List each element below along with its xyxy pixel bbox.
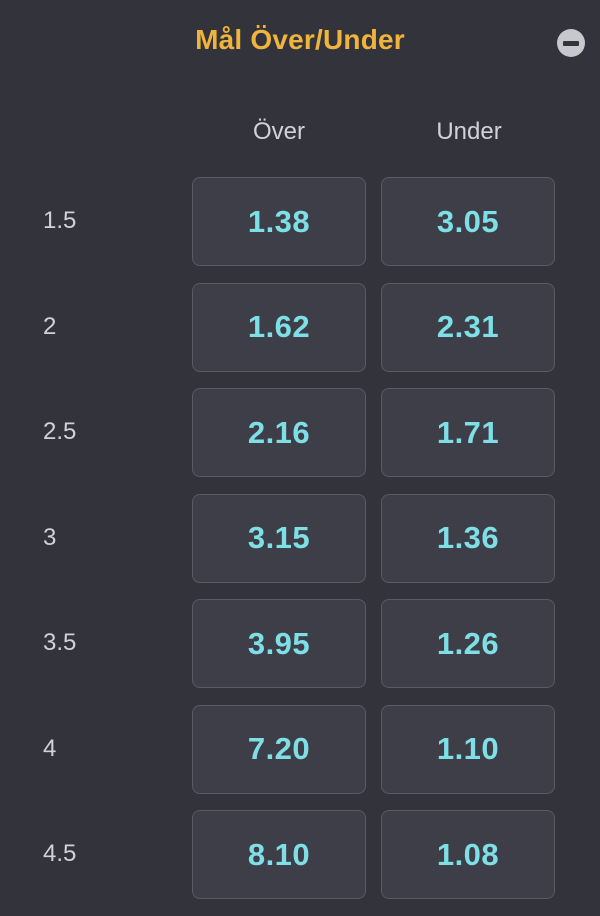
- column-header-under: Under: [436, 118, 502, 145]
- minus-bar: [563, 40, 579, 46]
- odds-value: 1.38: [247, 203, 311, 239]
- goal-line-label: 2.5: [43, 418, 77, 445]
- over-odds-button[interactable]: 3.15: [192, 493, 366, 583]
- goal-line-label: 4: [43, 734, 57, 762]
- odds-row: 1.5 1.38 3.05: [0, 177, 600, 283]
- over-odds-button[interactable]: 3.95: [192, 599, 366, 688]
- minus-circle-icon[interactable]: [557, 29, 585, 57]
- odds-value: 3.05: [436, 203, 500, 239]
- over-odds-button[interactable]: 8.10: [192, 810, 366, 899]
- odds-row: 2.5 2.16 1.71: [0, 388, 600, 494]
- market-title: Mål Över/Under: [195, 24, 405, 55]
- odds-table: 1.5 1.38 3.05 2 1.62 2.31 2.5 2.16 1.71: [0, 177, 600, 916]
- odds-value: 1.36: [436, 520, 500, 555]
- under-odds-button[interactable]: 1.36: [381, 493, 555, 583]
- over-under-market-panel: Mål Över/Under Över Under 1.5 1.38 3.05 …: [0, 0, 600, 911]
- over-odds-button[interactable]: 1.62: [192, 282, 366, 372]
- odds-value: 3.15: [247, 520, 311, 555]
- column-header-over: Över: [252, 118, 305, 145]
- market-header: Mål Över/Under: [0, 0, 600, 88]
- over-odds-button[interactable]: 7.20: [192, 704, 366, 794]
- odds-row: 2 1.62 2.31: [0, 282, 600, 389]
- odds-value: 2.16: [247, 414, 311, 450]
- under-odds-button[interactable]: 3.05: [381, 177, 555, 266]
- under-odds-button[interactable]: 1.26: [381, 599, 555, 688]
- odds-value: 1.71: [436, 414, 500, 450]
- odds-value: 7.20: [247, 731, 311, 766]
- odds-row: 3 3.15 1.36: [0, 493, 600, 600]
- goal-line-label: 4.5: [43, 840, 77, 867]
- over-odds-button[interactable]: 1.38: [192, 177, 366, 266]
- odds-value: 8.10: [247, 836, 311, 872]
- under-odds-button[interactable]: 1.71: [381, 388, 555, 477]
- goal-line-label: 3: [43, 523, 57, 551]
- odds-value: 1.62: [247, 309, 311, 344]
- odds-value: 1.10: [436, 731, 500, 766]
- under-odds-button[interactable]: 1.10: [381, 704, 555, 794]
- odds-value: 1.26: [436, 625, 500, 661]
- odds-value: 2.31: [436, 309, 500, 344]
- odds-row: 4.5 8.10 1.08: [0, 810, 600, 916]
- goal-line-label: 3.5: [43, 629, 77, 656]
- over-odds-button[interactable]: 2.16: [192, 388, 366, 477]
- under-odds-button[interactable]: 2.31: [381, 282, 555, 372]
- odds-row: 4 7.20 1.10: [0, 704, 600, 811]
- odds-value: 3.95: [247, 625, 311, 661]
- odds-row: 3.5 3.95 1.26: [0, 599, 600, 705]
- goal-line-label: 2: [43, 312, 57, 340]
- odds-value: 1.08: [436, 836, 500, 872]
- goal-line-label: 1.5: [43, 207, 77, 234]
- under-odds-button[interactable]: 1.08: [381, 810, 555, 899]
